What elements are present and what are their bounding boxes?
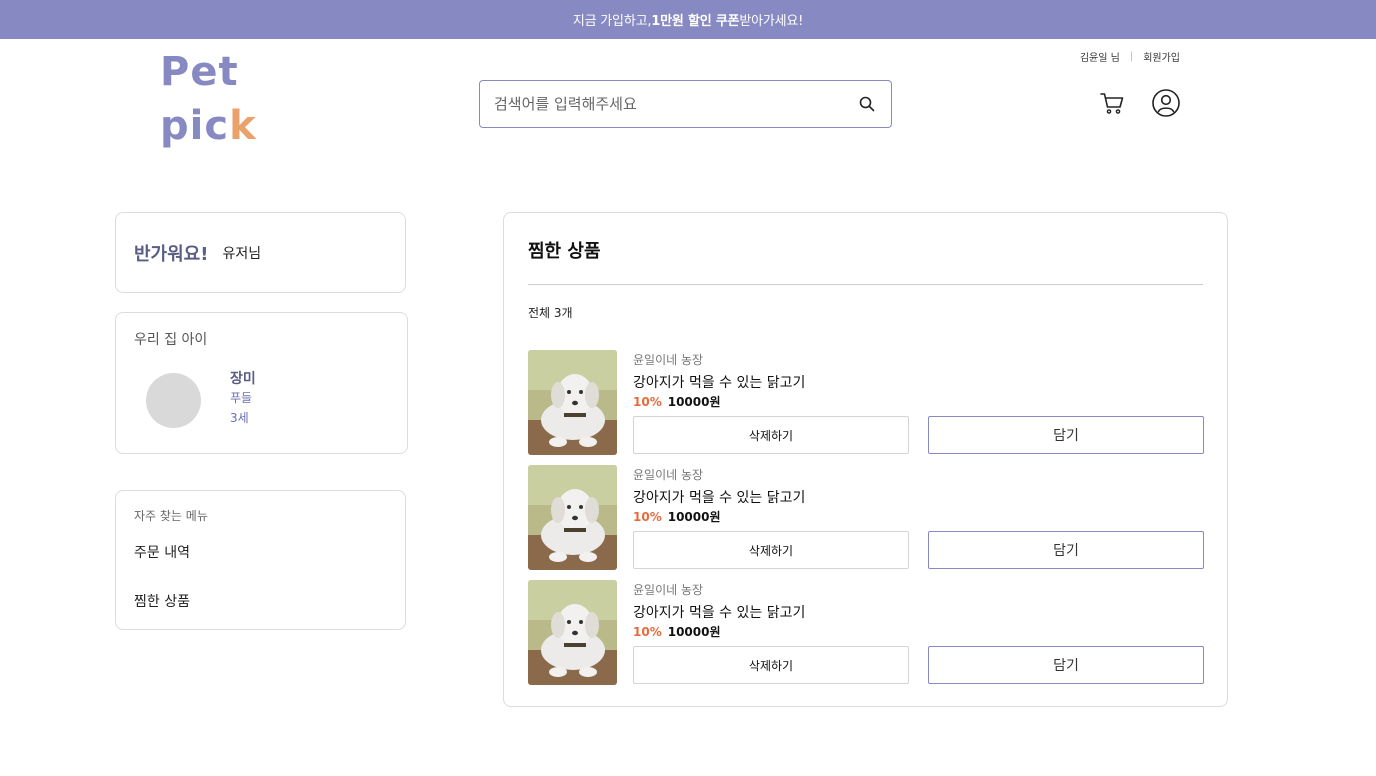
logo-text-pet: Pet <box>160 49 239 95</box>
wishlist-title: 찜한 상품 <box>528 241 601 262</box>
pet-name: 장미 <box>230 371 256 387</box>
greeting-hello: 반가워요! <box>134 243 209 265</box>
product-discount: 10% <box>633 510 662 524</box>
banner-prefix: 지금 가입하고, <box>572 14 652 29</box>
logo[interactable]: Pet pick <box>160 50 280 154</box>
menu-item-orders[interactable]: 주문 내역 <box>134 542 190 562</box>
wishlist-panel: 찜한 상품 전체 3개 윤일이네 농장 강아지가 먹을 수 있는 닭고기 10%… <box>503 212 1228 707</box>
product-thumbnail[interactable] <box>528 580 617 685</box>
pet-card: 우리 집 아이 장미 푸들 3세 <box>115 312 408 454</box>
pet-avatar <box>146 373 201 428</box>
banner-highlight: 1만원 할인 쿠폰 <box>651 14 740 29</box>
product-shop: 윤일이네 농장 <box>633 583 704 597</box>
top-links: 김윤일 님 | 회원가입 <box>1080 49 1180 64</box>
search-bar <box>479 80 892 128</box>
delete-button[interactable]: 삭제하기 <box>633 531 909 569</box>
product-shop: 윤일이네 농장 <box>633 353 704 367</box>
wishlist-item: 윤일이네 농장 강아지가 먹을 수 있는 닭고기 10% 10000원 삭제하기 … <box>528 465 1204 570</box>
search-icon[interactable] <box>857 94 877 114</box>
product-name[interactable]: 강아지가 먹을 수 있는 닭고기 <box>633 487 805 507</box>
product-discount: 10% <box>633 395 662 409</box>
product-price: 10% 10000원 <box>633 623 721 640</box>
menu-item-wishlist[interactable]: 찜한 상품 <box>134 591 190 611</box>
link-separator: | <box>1129 51 1134 62</box>
product-amount: 10000원 <box>667 625 721 639</box>
product-thumbnail[interactable] <box>528 465 617 570</box>
user-icon[interactable] <box>1151 88 1181 118</box>
product-discount: 10% <box>633 625 662 639</box>
cart-icon[interactable] <box>1097 88 1127 118</box>
add-to-cart-button[interactable]: 담기 <box>928 646 1204 684</box>
product-shop: 윤일이네 농장 <box>633 468 704 482</box>
search-input[interactable] <box>494 95 857 113</box>
product-name[interactable]: 강아지가 먹을 수 있는 닭고기 <box>633 602 805 622</box>
signup-link[interactable]: 회원가입 <box>1143 49 1180 64</box>
greeting-card: 반가워요! 유저님 <box>115 212 406 293</box>
product-price: 10% 10000원 <box>633 393 721 410</box>
promo-banner[interactable]: 지금 가입하고, 1만원 할인 쿠폰 받아가세요! <box>0 0 1376 39</box>
delete-button[interactable]: 삭제하기 <box>633 646 909 684</box>
logo-text-pick: pick <box>160 103 257 149</box>
pet-card-title: 우리 집 아이 <box>134 332 208 348</box>
add-to-cart-button[interactable]: 담기 <box>928 416 1204 454</box>
greeting-user: 유저님 <box>222 245 262 262</box>
product-price: 10% 10000원 <box>633 508 721 525</box>
product-name[interactable]: 강아지가 먹을 수 있는 닭고기 <box>633 372 805 392</box>
wishlist-divider <box>528 284 1203 285</box>
delete-button[interactable]: 삭제하기 <box>633 416 909 454</box>
pet-breed: 푸들 <box>230 391 253 405</box>
product-amount: 10000원 <box>667 395 721 409</box>
product-thumbnail[interactable] <box>528 350 617 455</box>
banner-suffix: 받아가세요! <box>739 14 804 29</box>
menu-card-title: 자주 찾는 메뉴 <box>134 509 208 523</box>
wishlist-count: 전체 3개 <box>528 306 573 320</box>
add-to-cart-button[interactable]: 담기 <box>928 531 1204 569</box>
wishlist-item: 윤일이네 농장 강아지가 먹을 수 있는 닭고기 10% 10000원 삭제하기 … <box>528 350 1204 455</box>
user-name-link[interactable]: 김윤일 님 <box>1080 49 1120 64</box>
wishlist-item: 윤일이네 농장 강아지가 먹을 수 있는 닭고기 10% 10000원 삭제하기 … <box>528 580 1204 685</box>
product-amount: 10000원 <box>667 510 721 524</box>
pet-age: 3세 <box>230 411 249 425</box>
frequent-menu-card: 자주 찾는 메뉴 주문 내역 찜한 상품 <box>115 490 406 630</box>
